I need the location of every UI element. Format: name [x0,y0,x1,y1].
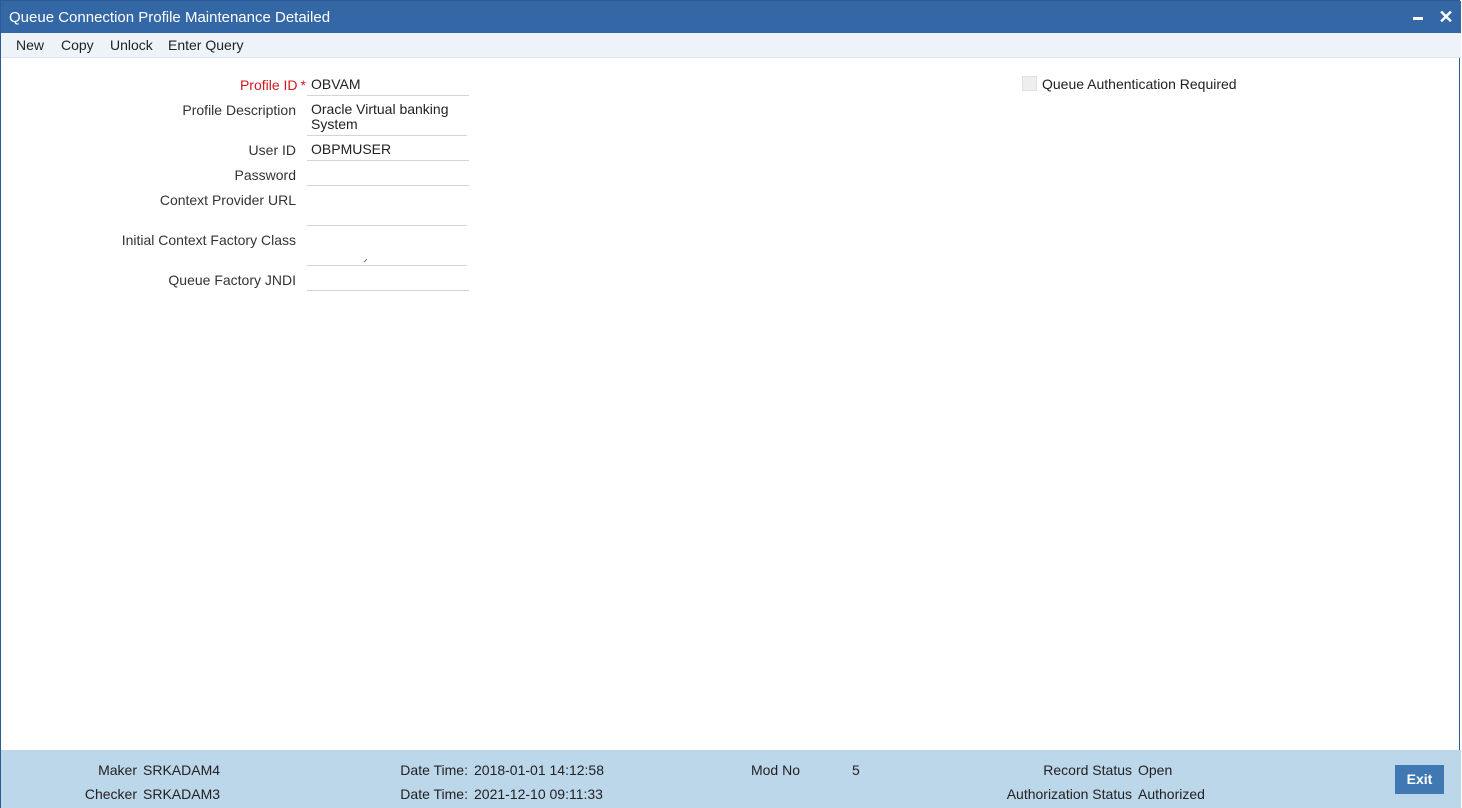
profile-id-label-text: Profile ID [239,77,298,93]
checker-datetime-value: 2021-12-10 09:11:33 [474,786,603,802]
new-button[interactable]: New [16,37,44,53]
queue-auth-required-label: Queue Authentication Required [1042,76,1237,92]
context-provider-url-textarea[interactable] [307,192,467,226]
queue-factory-jndi-input[interactable] [307,272,469,291]
profile-description-line2: System [311,116,358,132]
password-label: Password [234,167,296,183]
unlock-button[interactable]: Unlock [110,37,153,53]
queue-auth-required-checkbox[interactable] [1022,76,1037,91]
window-title: Queue Connection Profile Maintenance Det… [9,9,331,26]
enter-query-button[interactable]: Enter Query [168,37,243,53]
context-provider-url-label: Context Provider URL [159,192,296,208]
profile-description-label: Profile Description [182,102,296,118]
mod-no-value: 5 [852,762,860,778]
maker-datetime-value: 2018-01-01 14:12:58 [474,762,604,778]
mod-no-label: Mod No [750,762,800,778]
user-id-label: User ID [248,142,296,158]
resize-handle-icon[interactable] [363,257,369,263]
maker-label: Maker [98,762,137,778]
exit-button[interactable]: Exit [1395,765,1444,794]
toolbar: New Copy Unlock Enter Query [1,33,1461,58]
checker-datetime-label: Date Time: [400,786,468,802]
user-id-input[interactable]: OBPMUSER [307,142,469,161]
maker-value: SRKADAM4 [143,762,221,778]
title-bar: Queue Connection Profile Maintenance Det… [1,1,1461,33]
profile-description-textarea[interactable]: Oracle Virtual banking System [307,102,467,136]
profile-id-input[interactable]: OBVAM [307,77,469,96]
queue-factory-jndi-label: Queue Factory JNDI [168,272,296,288]
maker-datetime-label: Date Time: [400,762,468,778]
main-window: Queue Connection Profile Maintenance Det… [0,0,1461,808]
authorization-status-label: Authorization Status [1006,786,1132,802]
profile-description-line1: Oracle Virtual banking [311,101,449,117]
copy-button[interactable]: Copy [61,37,94,53]
record-status-value: Open [1138,762,1173,778]
profile-id-label: Profile ID * [101,77,306,93]
password-input[interactable] [307,167,469,186]
required-star: * [300,77,306,93]
checker-label: Checker [84,786,137,802]
close-icon[interactable]: ✕ [1435,5,1457,29]
authorization-status-value: Authorized [1138,786,1205,802]
checker-value: SRKADAM3 [143,786,221,802]
minimize-icon[interactable] [1407,5,1429,29]
initial-context-factory-class-label: Initial Context Factory Class [121,232,296,248]
footer-audit-bar: Maker SRKADAM4 Checker SRKADAM3 Date Tim… [1,750,1461,808]
initial-context-factory-class-textarea[interactable] [307,232,467,266]
record-status-label: Record Status [1043,762,1132,778]
